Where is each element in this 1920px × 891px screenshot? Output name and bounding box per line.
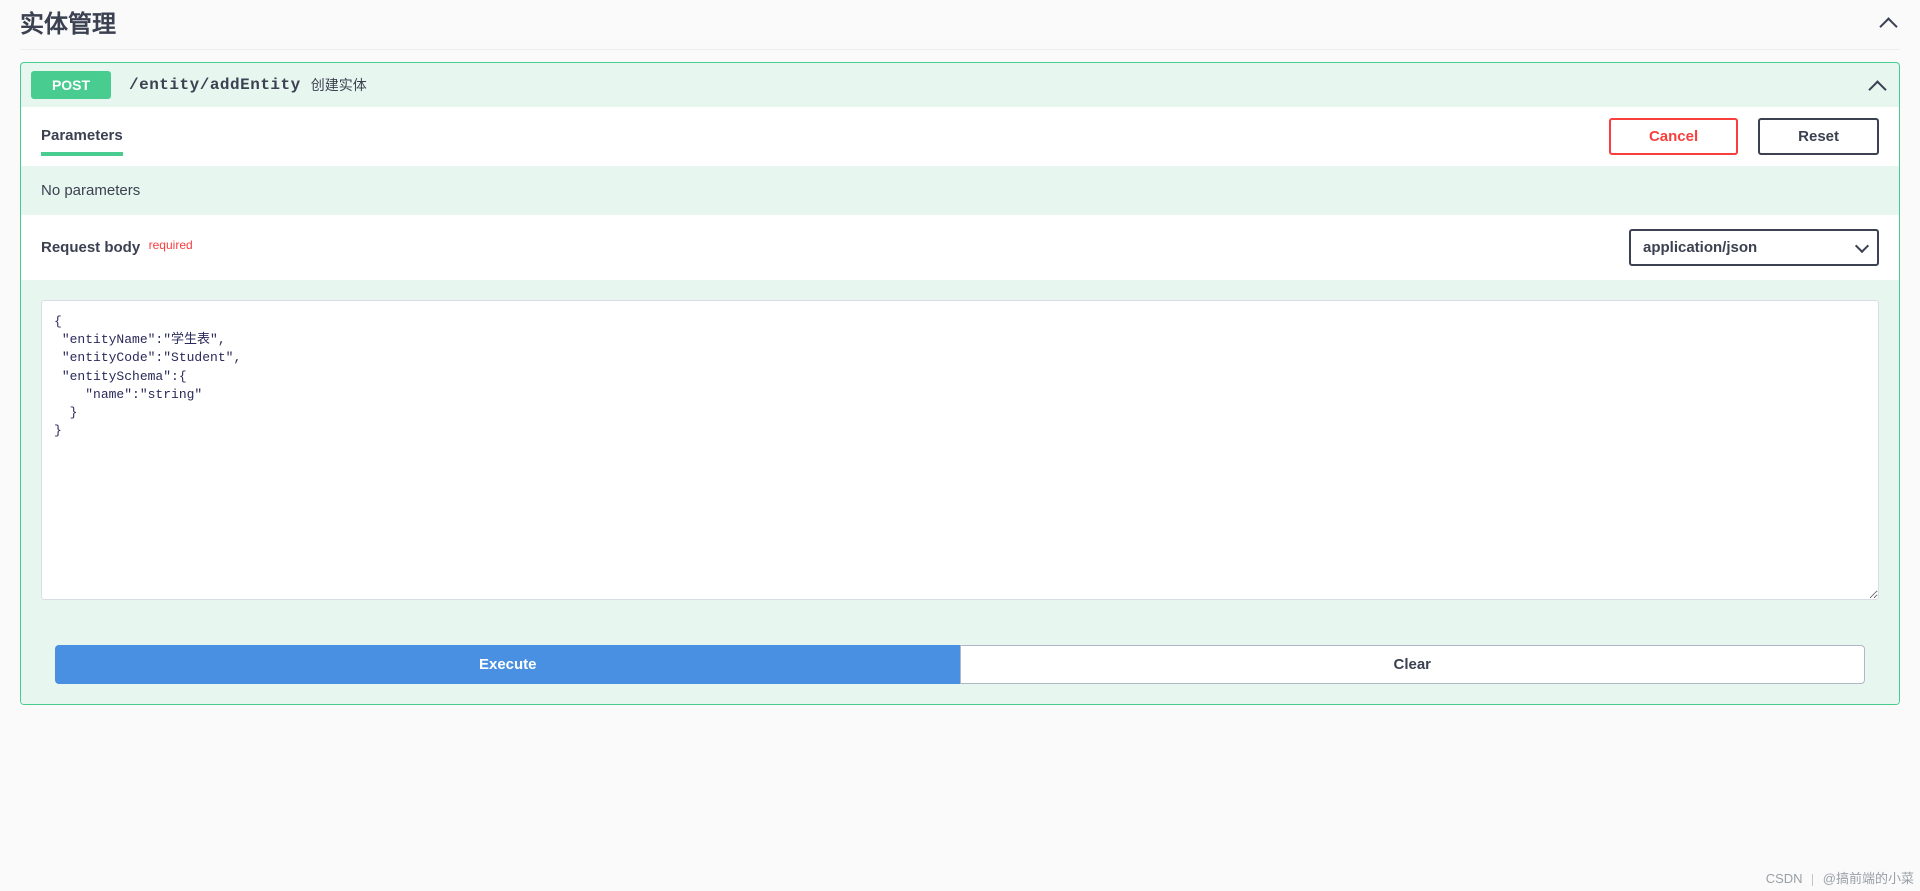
watermark-author: @搞前端的小菜 — [1823, 871, 1914, 886]
request-body-editor[interactable] — [41, 300, 1879, 600]
section-collapse-toggle[interactable] — [1876, 10, 1900, 34]
watermark-site: CSDN — [1766, 871, 1803, 886]
operation-collapse-toggle[interactable] — [1865, 73, 1889, 97]
cancel-button[interactable]: Cancel — [1609, 118, 1738, 155]
parameters-tab[interactable]: Parameters — [41, 117, 123, 156]
endpoint-path: /entity/addEntity — [129, 76, 301, 94]
request-body-label: Request body — [41, 239, 140, 256]
separator-icon — [1812, 874, 1813, 886]
http-method-badge: POST — [31, 71, 111, 99]
content-type-select[interactable]: application/json — [1629, 229, 1879, 266]
watermark: CSDN @搞前端的小菜 — [1766, 868, 1914, 887]
operation-block: POST /entity/addEntity 创建实体 Parameters C… — [20, 62, 1900, 705]
no-parameters-message: No parameters — [21, 166, 1899, 215]
endpoint-description: 创建实体 — [311, 75, 367, 95]
reset-button[interactable]: Reset — [1758, 118, 1879, 155]
execute-button[interactable]: Execute — [55, 645, 960, 684]
required-tag: required — [149, 238, 193, 252]
chevron-up-icon — [1868, 80, 1886, 90]
section-title: 实体管理 — [20, 4, 116, 39]
clear-button[interactable]: Clear — [960, 645, 1866, 684]
chevron-up-icon — [1879, 17, 1897, 27]
operation-summary[interactable]: POST /entity/addEntity 创建实体 — [21, 63, 1899, 107]
